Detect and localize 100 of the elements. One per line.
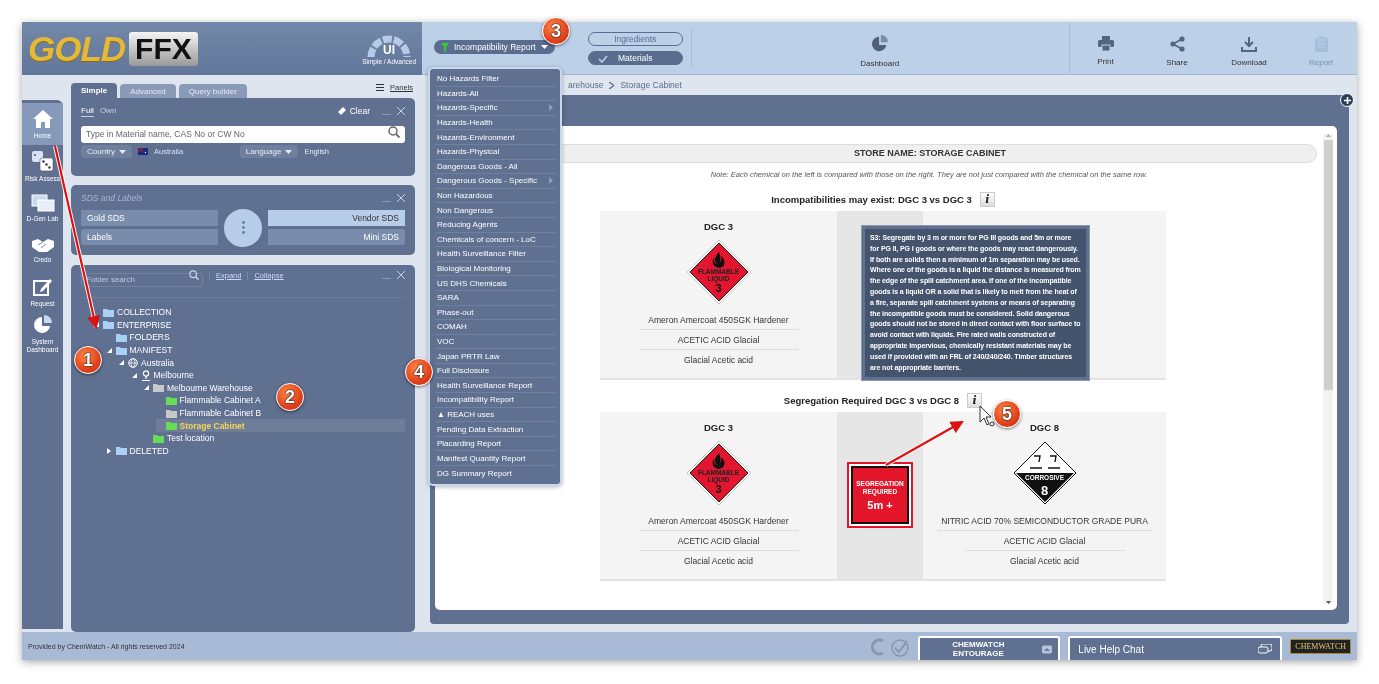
live-chat-bar[interactable]: Live Help Chat <box>1068 636 1283 660</box>
chemical-name: Glacial Acetic acid <box>683 555 754 568</box>
info-button[interactable]: i <box>967 392 983 408</box>
tree-item[interactable]: MANIFEST <box>105 343 177 357</box>
close-icon[interactable] <box>397 194 405 202</box>
menu-item[interactable]: Health Surveillance Filter <box>435 247 556 262</box>
menu-item[interactable]: DG Summary Report <box>435 466 556 481</box>
caret-icon <box>285 149 293 154</box>
toolbar-button[interactable]: Print <box>1069 22 1141 74</box>
chemical-name: ACETIC ACID Glacial <box>964 531 1125 551</box>
tree-item[interactable]: DELETED <box>105 444 173 458</box>
expanded-arrow-icon[interactable] <box>131 372 137 378</box>
search-tab[interactable]: Simple <box>71 83 118 98</box>
home-icon <box>31 108 54 129</box>
chemical-name: Ameron Amercoat 450SGK Hardener <box>638 511 799 531</box>
flammable-hazard-diamond-drawing <box>685 239 752 305</box>
menu-item[interactable]: Health Surveillance Report <box>435 378 556 394</box>
scroll-down-icon[interactable] <box>1325 601 1331 604</box>
menu-item[interactable]: Hazards-Physical <box>435 144 556 160</box>
scope-tab[interactable]: Full <box>81 105 94 117</box>
filter-dropdown[interactable]: Incompatibility Report <box>434 40 555 54</box>
menu-item[interactable]: Dangerous Goods - All <box>435 159 556 175</box>
breadcrumb-link[interactable]: Storage Cabinet <box>620 80 682 90</box>
expand-icon[interactable] <box>1042 644 1053 654</box>
logo-text: GOLD <box>28 28 126 69</box>
printer-icon <box>1097 36 1114 51</box>
scroll-up-icon[interactable] <box>1325 134 1331 137</box>
menu-item[interactable]: Pending Data Extraction <box>435 422 556 437</box>
share-icon <box>1169 35 1185 52</box>
tree-item[interactable]: Melbourne Warehouse <box>143 381 257 395</box>
flammable-hazard-diamond-drawing <box>685 440 752 506</box>
ui-mode-gauge[interactable]: UI <box>367 32 412 57</box>
chemical-name: Ameron Amercoat 450SGK Hardener <box>638 310 799 330</box>
search-icon[interactable] <box>388 125 400 138</box>
view-toggle[interactable]: Materials <box>587 50 683 65</box>
clear-button[interactable]: Clear <box>336 106 370 116</box>
brand-logo: CHEMWATCH <box>1290 638 1351 654</box>
menu-item[interactable]: Full Disclosure <box>435 363 556 379</box>
panel-title: SDS and Labels <box>81 193 143 203</box>
expanded-arrow-icon[interactable] <box>119 360 124 366</box>
menu-item[interactable]: COMAH <box>435 320 556 335</box>
tree-item[interactable]: COLLECTION <box>93 306 176 319</box>
menu-icon[interactable] <box>376 84 385 91</box>
menu-item[interactable]: Incompatibility Report <box>435 393 556 408</box>
menu-item[interactable]: Non Dangerous <box>435 203 556 218</box>
menu-item[interactable]: Japan PRTR Law <box>435 349 556 364</box>
dots-icon <box>241 221 245 234</box>
close-icon[interactable] <box>397 107 405 115</box>
menu-item[interactable]: Hazards-Specific <box>435 101 556 116</box>
menu-item[interactable]: Dangerous Goods - Specific <box>435 174 556 189</box>
toolbar-button[interactable]: Share <box>1141 22 1213 74</box>
caret-icon <box>119 149 126 154</box>
tree-item[interactable]: Australia <box>118 356 179 369</box>
menu-item[interactable]: Chemicals of concern - LoC <box>435 232 556 248</box>
pie-chart-icon <box>32 315 53 335</box>
scope-tab[interactable]: Own <box>99 106 117 116</box>
chevron-icon <box>609 81 615 89</box>
menu-item[interactable]: Phase-out <box>435 305 556 321</box>
expanded-arrow-icon[interactable] <box>106 347 112 353</box>
sds-button[interactable]: Vendor SDS <box>268 210 405 226</box>
toolbar-button[interactable]: Dashboard <box>843 22 916 74</box>
sds-button[interactable]: Mini SDS <box>268 229 405 245</box>
search-field[interactable]: Type in Material name, CAS No or CW No <box>81 125 405 143</box>
country-dropdown[interactable]: Country <box>81 145 132 158</box>
handshake-icon <box>30 236 55 253</box>
menu-item[interactable]: Manifest Quantity Report <box>435 451 556 467</box>
logo-badge: FFX <box>129 31 198 66</box>
menu-item[interactable]: Reducing Agents <box>435 217 556 233</box>
collapsed-arrow-icon[interactable] <box>107 447 111 454</box>
close-icon[interactable] <box>397 271 405 279</box>
tree-item[interactable]: ENTERPRISE <box>93 318 176 332</box>
menu-item[interactable]: Hazards-Environment <box>435 130 556 145</box>
menu-item[interactable]: US DHS Chemicals <box>435 276 556 291</box>
menu-item[interactable]: Biological Monitoring <box>435 261 556 277</box>
language-dropdown[interactable]: Language <box>239 145 299 158</box>
expanded-arrow-icon[interactable] <box>144 385 149 391</box>
menu-item[interactable]: VOC <box>435 334 556 350</box>
menu-item[interactable]: Hazards-All <box>435 86 556 102</box>
search-icon[interactable] <box>189 270 199 280</box>
chemical-name: Glacial Acetic acid <box>1009 555 1080 568</box>
tree-item[interactable]: Test location <box>143 431 219 445</box>
info-button[interactable]: i <box>979 191 995 207</box>
menu-item[interactable]: No Hazards Filter <box>435 72 556 87</box>
breadcrumb-link[interactable]: arehouse <box>568 80 604 90</box>
menu-item[interactable]: ▲ REACH uses <box>435 407 556 423</box>
tree-item[interactable]: Storage Cabinet <box>155 419 405 432</box>
tree-item[interactable]: FOLDERS <box>105 331 174 344</box>
menu-item[interactable]: Hazards-Health <box>435 115 556 131</box>
menu-item[interactable]: SARA <box>435 290 556 306</box>
tree-item[interactable]: Melbourne <box>130 368 198 382</box>
tree-item[interactable]: Flammable Cabinet B <box>155 406 266 420</box>
menu-item[interactable]: Non Hazardous <box>435 188 556 204</box>
filter-icon <box>441 42 449 52</box>
menu-item[interactable]: Placarding Report <box>435 436 556 452</box>
tree-item[interactable]: Flammable Cabinet A <box>155 394 265 407</box>
entourage-tab[interactable]: CHEMWATCH ENTOURAGE <box>918 636 1061 660</box>
sds-button[interactable]: Labels <box>81 229 218 245</box>
scrollbar[interactable] <box>1323 134 1333 604</box>
toolbar-button[interactable]: Download <box>1213 22 1285 74</box>
sds-button[interactable]: Gold SDS <box>81 210 218 226</box>
